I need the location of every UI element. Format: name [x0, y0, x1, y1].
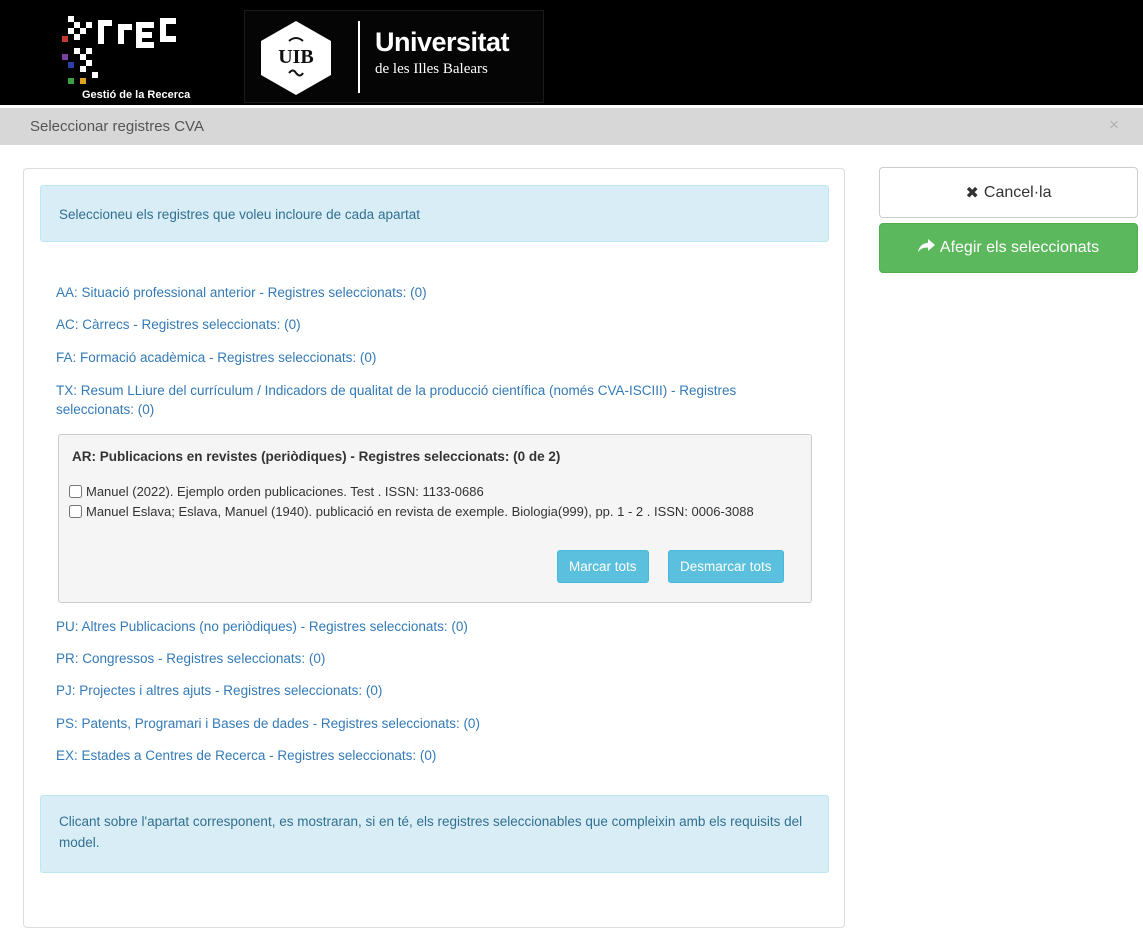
- close-icon[interactable]: ×: [1109, 115, 1119, 135]
- record-item: Manuel (2022). Ejemplo orden publicacion…: [69, 482, 799, 502]
- add-selected-button[interactable]: Afegir els seleccionats: [879, 223, 1138, 273]
- info-alert-top: Seleccioneu els registres que voleu incl…: [40, 185, 829, 242]
- svg-text:UIB: UIB: [278, 46, 314, 68]
- section-ar-expanded: AR: Publicacions en revistes (periòdique…: [58, 434, 812, 603]
- unmark-all-button[interactable]: Desmarcar tots: [668, 550, 784, 583]
- uib-logo: UIB Universitat de les Illes Balears: [244, 10, 544, 103]
- record-checkbox[interactable]: [69, 505, 82, 518]
- uib-seal-icon: UIB: [261, 21, 331, 95]
- section-ar-title[interactable]: AR: Publicacions en revistes (periòdique…: [72, 449, 560, 464]
- uib-divider: [358, 21, 360, 93]
- section-link-ex[interactable]: EX: Estades a Centres de Recerca - Regis…: [56, 746, 436, 765]
- top-banner: Gestió de la Recerca UIB Universitat de …: [0, 0, 1143, 105]
- section-link-ps[interactable]: PS: Patents, Programari i Bases de dades…: [56, 714, 480, 733]
- close-icon: ✖: [965, 184, 979, 202]
- section-link-pr[interactable]: PR: Congressos - Registres seleccionats:…: [56, 649, 325, 668]
- selection-panel: Seleccioneu els registres que voleu incl…: [23, 168, 845, 928]
- grec-logo: [62, 16, 176, 84]
- section-link-pu[interactable]: PU: Altres Publicacions (no periòdiques)…: [56, 617, 468, 636]
- mark-all-button[interactable]: Marcar tots: [557, 550, 649, 583]
- section-link-aa[interactable]: AA: Situació professional anterior - Reg…: [56, 283, 427, 302]
- section-link-fa[interactable]: FA: Formació acadèmica - Registres selec…: [56, 348, 376, 367]
- share-arrow-icon: [917, 238, 935, 257]
- record-text: Manuel (2022). Ejemplo orden publicacion…: [86, 484, 484, 499]
- record-item: Manuel Eslava; Eslava, Manuel (1940). pu…: [69, 502, 799, 522]
- record-checkbox[interactable]: [69, 485, 82, 498]
- record-text: Manuel Eslava; Eslava, Manuel (1940). pu…: [86, 504, 754, 519]
- modal-header: Seleccionar registres CVA ×: [0, 108, 1143, 145]
- add-selected-label: Afegir els seleccionats: [939, 238, 1100, 256]
- cancel-button[interactable]: ✖ Cancel·la: [879, 167, 1138, 218]
- section-link-tx[interactable]: TX: Resum LLiure del currículum / Indica…: [56, 381, 786, 419]
- grec-subtitle: Gestió de la Recerca: [82, 89, 191, 101]
- modal-title: Seleccionar registres CVA: [30, 118, 204, 135]
- section-link-ac[interactable]: AC: Càrrecs - Registres seleccionats: (0…: [56, 315, 301, 334]
- section-link-pj[interactable]: PJ: Projectes i altres ajuts - Registres…: [56, 681, 382, 700]
- info-alert-bottom: Clicant sobre l'apartat corresponent, es…: [40, 795, 829, 873]
- cancel-label: Cancel·la: [983, 183, 1052, 201]
- uib-title: Universitat: [375, 27, 510, 57]
- uib-subtitle: de les Illes Balears: [375, 61, 488, 77]
